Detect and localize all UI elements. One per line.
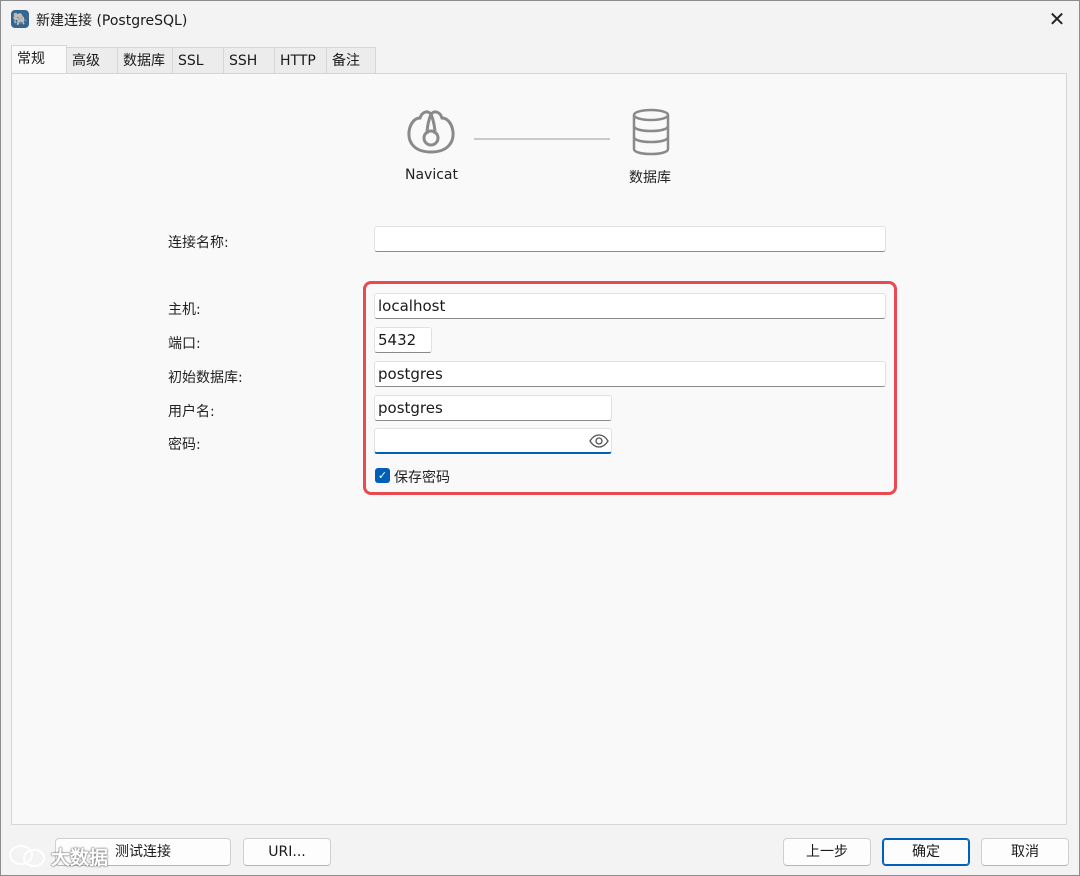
connection-name-input[interactable] [374,226,886,252]
postgresql-app-icon: 🐘 [11,10,29,28]
highlight-box [363,281,897,495]
tab-databases[interactable]: 数据库 [117,47,173,73]
connection-name-label: 连接名称: [168,235,229,251]
step-database-label: 数据库 [629,170,671,186]
step-connector [474,138,610,140]
tab-ssl[interactable]: SSL [172,47,224,73]
username-label: 用户名: [168,404,215,420]
watermark-text: 大数据 [51,846,109,869]
tab-http[interactable]: HTTP [274,47,327,73]
title-bar: 🐘 新建连接 (PostgreSQL) ✕ [1,1,1079,37]
host-label: 主机: [168,302,201,318]
cancel-button[interactable]: 取消 [981,838,1069,866]
close-button[interactable]: ✕ [1035,1,1079,37]
tab-general[interactable]: 常规 [11,45,67,73]
database-icon [632,108,670,156]
new-connection-dialog: 🐘 新建连接 (PostgreSQL) ✕ 常规 高级 数据库 SSL SSH … [0,0,1080,876]
window-title: 新建连接 (PostgreSQL) [36,13,188,29]
general-panel: Navicat 数据库 连接名称: 主机: localhost 端口: 5432… [11,73,1067,825]
watermark: 大数据 [7,841,108,871]
back-button[interactable]: 上一步 [783,838,871,866]
wechat-watermark-icon [9,845,45,867]
port-label: 端口: [168,336,201,352]
tab-advanced[interactable]: 高级 [66,47,118,73]
navicat-logo-icon [407,110,455,154]
uri-button[interactable]: URI... [243,838,331,866]
initial-database-label: 初始数据库: [168,370,243,386]
tab-notes[interactable]: 备注 [326,47,376,73]
tab-ssh[interactable]: SSH [223,47,275,73]
password-label: 密码: [168,437,201,453]
ok-button[interactable]: 确定 [882,838,970,866]
step-navicat-label: Navicat [405,167,458,183]
